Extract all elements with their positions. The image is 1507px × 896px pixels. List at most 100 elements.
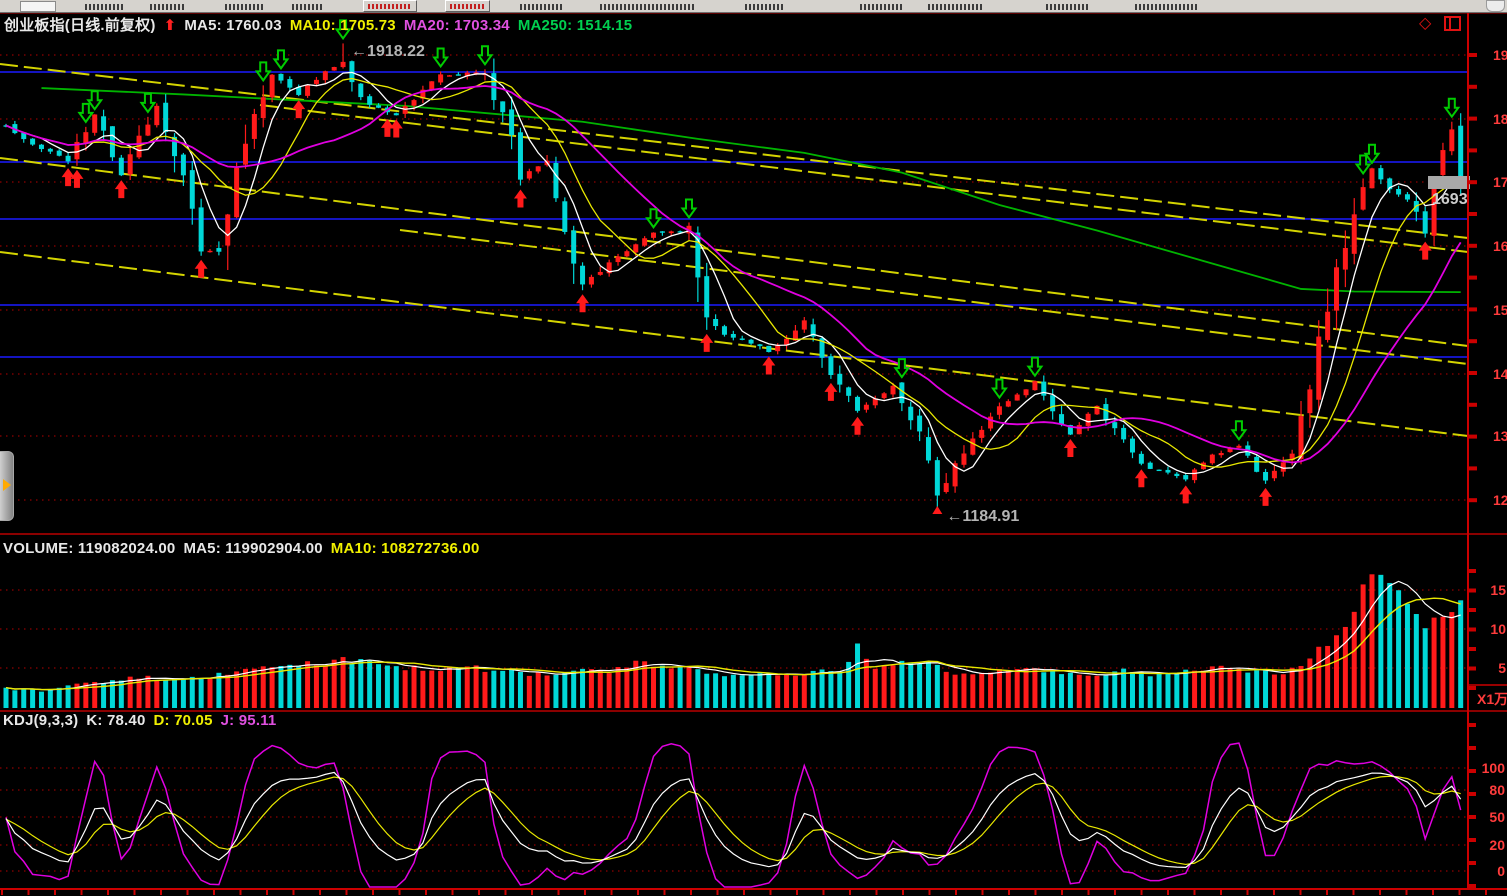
chart-canvas[interactable]: ←1918.22 ←1184.91 1693 1900 1800 1700 1600 1500… xyxy=(0,0,1507,896)
ma250-value: MA250: 1514.15 xyxy=(518,17,633,34)
buy-arrow-icon xyxy=(576,294,589,312)
sell-arrow-icon xyxy=(478,46,491,64)
menu-item[interactable] xyxy=(292,4,324,10)
split-line xyxy=(1449,18,1451,29)
buy-arrow-icon xyxy=(70,170,83,188)
up-arrow-icon: ⬆ xyxy=(164,17,177,34)
axis-label: 0 xyxy=(1497,863,1505,879)
symbol-title: 创业板指(日线.前复权) xyxy=(4,17,156,34)
sell-arrow-icon xyxy=(434,48,447,66)
kdj-lines xyxy=(6,743,1461,887)
axis-label: 50 xyxy=(1489,809,1505,825)
buy-arrow-icon xyxy=(1179,485,1192,503)
sell-arrow-icon xyxy=(647,209,660,227)
menu-item[interactable] xyxy=(860,4,904,10)
buy-arrow-icon xyxy=(762,356,775,374)
kdj-k-line xyxy=(6,772,1461,867)
ma20-value: MA20: 1703.34 xyxy=(404,17,510,34)
axis-label: 10 xyxy=(1490,621,1506,637)
buy-arrow-icon xyxy=(1259,488,1272,506)
buy-arrow-icon xyxy=(390,120,403,138)
sell-arrow-icon xyxy=(257,62,270,80)
sidebar-expand-tab[interactable] xyxy=(0,451,14,521)
menu-item[interactable] xyxy=(1046,4,1090,10)
buy-arrow-icon xyxy=(851,417,864,435)
axis-label: 1800 xyxy=(1493,111,1507,127)
menu-item[interactable] xyxy=(928,4,984,10)
buy-arrow-icon xyxy=(700,334,713,352)
split-window-icon[interactable] xyxy=(1444,16,1461,31)
pane-frame xyxy=(0,13,1507,895)
volume-value: VOLUME: 119082024.00 xyxy=(3,540,175,557)
buy-arrow-icon xyxy=(115,180,128,198)
volume-ma-lines xyxy=(6,581,1461,689)
diamond-icon[interactable]: ◇ xyxy=(1419,13,1431,33)
volume-pane-header: VOLUME: 119082024.00 MA5: 119902904.00 MA1… xyxy=(3,540,488,557)
last-price-tag xyxy=(1428,176,1470,189)
axis-label: 80 xyxy=(1489,782,1505,798)
main-chart-header: 创业板指(日线.前复权) ⬆ MA5: 1760.03 MA10: 1705.73 MA… xyxy=(4,14,640,35)
menu-item[interactable] xyxy=(150,4,184,10)
axis-labels: 1900 1800 1700 1600 1500 1400 1300 1200 15 10 5 X1万… xyxy=(1477,47,1507,879)
buy-arrow-icon xyxy=(514,189,527,207)
sell-arrow-icon xyxy=(88,91,101,109)
low-annotation: ←1184.91 xyxy=(946,508,1019,525)
menu-item[interactable] xyxy=(600,4,696,10)
buy-arrow-icon xyxy=(292,100,305,118)
red-menu-text xyxy=(450,4,485,9)
dotted-gridlines xyxy=(0,55,1468,871)
kdj-pane-header: KDJ(9,3,3)K: 78.40D: 70.05J: 95.11 xyxy=(3,712,284,729)
axis-label: 1200 xyxy=(1493,492,1507,508)
ma5-value: MA5: 1760.03 xyxy=(184,17,281,34)
window-control[interactable] xyxy=(1486,0,1505,12)
low-marker-triangle xyxy=(932,506,942,514)
sell-arrow-icon xyxy=(1365,145,1378,163)
menu-item[interactable] xyxy=(225,4,265,10)
axis-label: 1600 xyxy=(1493,238,1507,254)
sell-arrow-icon xyxy=(1445,99,1458,117)
kdj-j-line xyxy=(6,743,1461,887)
menu-item[interactable] xyxy=(85,4,125,10)
axis-label: 1500 xyxy=(1493,302,1507,318)
candlestick-series xyxy=(4,43,1464,509)
trading-terminal-screen: { "header": { "title": "创业板指(日线.前复权)", "… xyxy=(0,0,1507,896)
volume-ma5-line xyxy=(6,581,1461,689)
buy-arrow-icon xyxy=(1135,469,1148,487)
menu-button-highlight-1[interactable] xyxy=(363,0,417,12)
sell-arrow-icon xyxy=(1232,421,1245,439)
buy-arrow-icon xyxy=(824,383,837,401)
axis-label: 1400 xyxy=(1493,366,1507,382)
ma10-value: MA10: 1705.73 xyxy=(290,17,396,34)
axis-label: 1700 xyxy=(1493,174,1507,190)
sell-arrow-icon xyxy=(682,199,695,217)
app-logo-icon xyxy=(20,1,56,12)
volume-bars xyxy=(4,574,1464,708)
red-menu-text xyxy=(368,4,412,9)
kdj-label: KDJ(9,3,3) xyxy=(3,712,78,729)
buy-arrow-icon xyxy=(195,260,208,278)
menu-item[interactable] xyxy=(745,4,785,10)
sell-arrow-icon xyxy=(274,50,287,68)
buy-arrow-icon xyxy=(1419,242,1432,260)
volume-ma5-value: MA5: 119902904.00 xyxy=(183,540,322,557)
kdj-j-value: J: 95.11 xyxy=(221,712,277,729)
axis-label: 20 xyxy=(1489,837,1505,853)
sell-arrow-icon xyxy=(993,380,1006,398)
menu-bar[interactable] xyxy=(0,0,1507,13)
kdj-k-value: K: 78.40 xyxy=(86,712,145,729)
axis-label: 5 xyxy=(1498,660,1506,676)
axis-label: X1万 xyxy=(1477,691,1507,707)
volume-ma10-value: MA10: 108272736.00 xyxy=(331,540,480,557)
last-price-text: 1693 xyxy=(1432,191,1468,208)
axis-label: 15 xyxy=(1490,582,1506,598)
high-annotation: ←1918.22 xyxy=(351,43,425,60)
axis-label: 1900 xyxy=(1493,47,1507,63)
menu-item[interactable] xyxy=(520,4,562,10)
sell-arrow-icon xyxy=(1028,358,1041,376)
support-level-lines xyxy=(0,72,1468,357)
sell-arrow-icon xyxy=(141,94,154,112)
menu-item[interactable] xyxy=(1135,4,1199,10)
axis-label: 100 xyxy=(1482,760,1506,776)
axis-label: 1300 xyxy=(1493,428,1507,444)
menu-button-highlight-2[interactable] xyxy=(445,0,490,12)
